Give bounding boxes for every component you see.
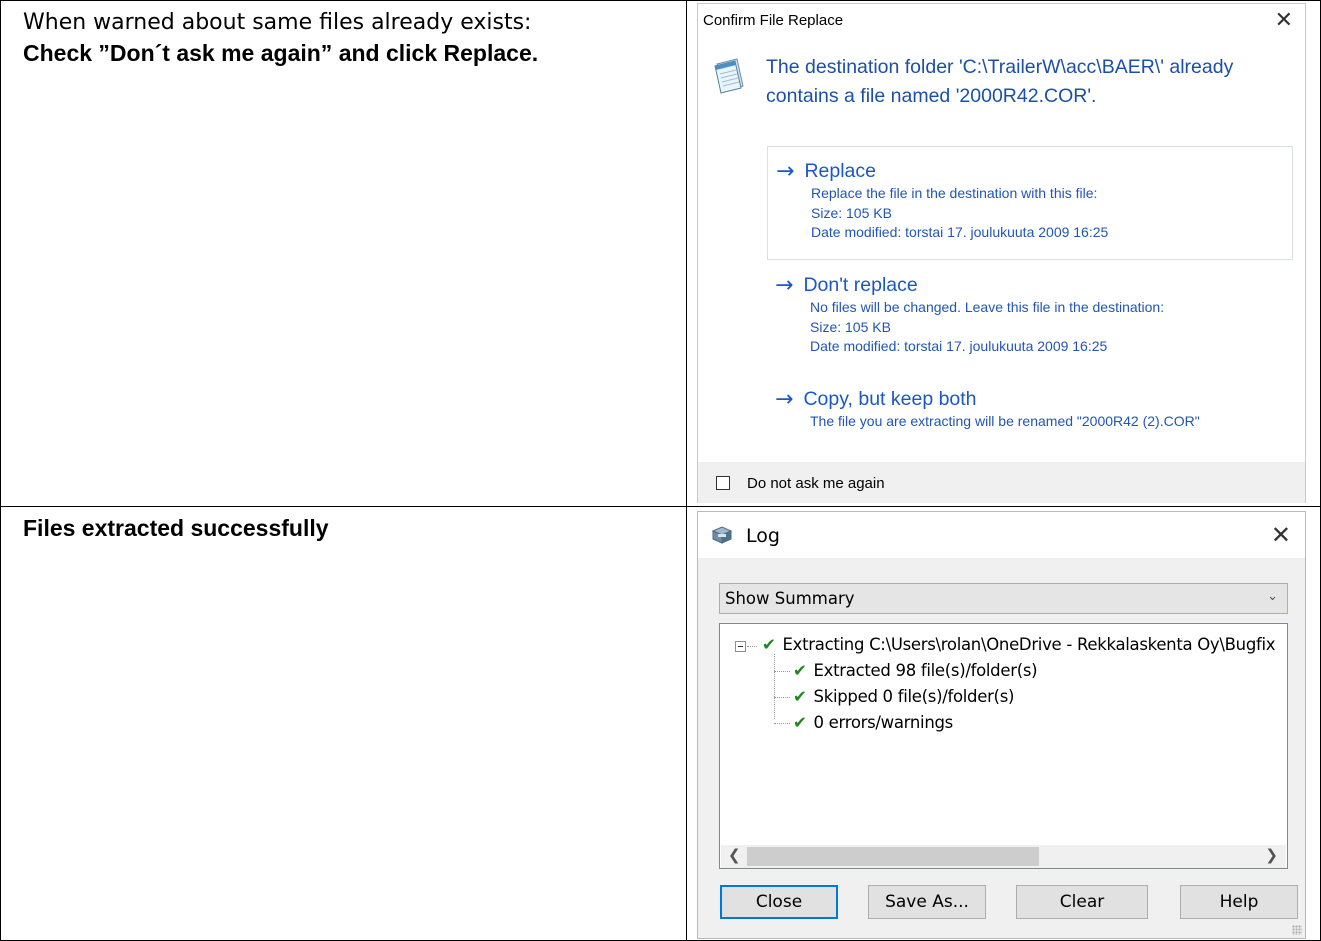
replace-option-desc: Replace the file in the destination with… [811,185,1098,201]
help-button[interactable]: Help [1180,885,1298,919]
replace-option-date: Date modified: torstai 17. joulukuuta 20… [811,224,1109,240]
arrow-right-icon: → [776,159,795,184]
clear-button[interactable]: Clear [1016,885,1148,919]
close-icon[interactable]: ✕ [1271,521,1291,549]
replace-option-title: Replace [804,160,876,182]
keep-both-option-desc: The file you are extracting will be rena… [810,413,1200,429]
check-icon: ✔ [793,687,807,706]
horizontal-scrollbar[interactable]: ❮ ❯ [721,845,1286,868]
summary-dropdown[interactable]: Show Summary ⌄ [719,583,1288,614]
dont-replace-option[interactable]: → Don't replace No files will be changed… [767,261,1293,373]
log-tree[interactable]: ✔ Extracting C:\Users\rolan\OneDrive - Re… [719,623,1288,869]
check-icon: ✔ [762,635,776,654]
dont-replace-option-date: Date modified: torstai 17. joulukuuta 20… [810,338,1108,354]
dialog-footer: Do not ask me again [698,462,1305,503]
scroll-right-icon[interactable]: ❯ [1265,846,1278,864]
result-cell: Files extracted successfully [0,506,687,941]
tree-item-label: 0 errors/warnings [813,713,954,732]
dialog-title: Confirm File Replace [703,12,844,29]
tree-root[interactable]: ✔ Extracting C:\Users\rolan\OneDrive - Re… [762,635,1276,654]
arrow-right-icon: → [775,273,794,298]
collapse-icon[interactable] [735,641,746,652]
tree-root-label: Extracting C:\Users\rolan\OneDrive - Rek… [782,635,1276,654]
tree-item[interactable]: ✔ Skipped 0 file(s)/folder(s) [793,687,1014,706]
close-button[interactable]: Close [720,885,838,919]
log-dialog: Log ✕ Show Summary ⌄ ✔ Extracting C:\User… [697,511,1306,939]
confirm-file-replace-dialog: Confirm File Replace ✕ The destination f… [697,3,1306,503]
dont-replace-option-size: Size: 105 KB [810,318,891,335]
instruction-cell: When warned about same files already exi… [0,0,687,507]
arrow-right-icon: → [775,387,794,412]
tree-item-label: Extracted 98 file(s)/folder(s) [813,661,1038,680]
check-icon: ✔ [793,713,807,732]
tree-item[interactable]: ✔ 0 errors/warnings [793,713,953,732]
dont-replace-option-desc: No files will be changed. Leave this fil… [810,299,1165,315]
log-title-bar: Log ✕ [698,512,1305,558]
replace-option[interactable]: → Replace Replace the file in the destin… [767,146,1293,260]
log-title: Log [746,525,780,547]
dont-replace-option-title: Don't replace [803,274,918,296]
instruction-line-2: Check ”Don´t ask me again” and click Rep… [23,40,539,66]
check-icon: ✔ [793,661,807,680]
keep-both-option[interactable]: → Copy, but keep both The file you are e… [767,375,1293,445]
scrollbar-thumb[interactable] [747,847,1039,866]
chevron-down-icon: ⌄ [1267,589,1278,604]
do-not-ask-checkbox[interactable] [716,476,730,490]
summary-dropdown-value: Show Summary [725,589,855,608]
save-as-button[interactable]: Save As... [868,885,986,919]
do-not-ask-label[interactable]: Do not ask me again [747,475,885,492]
replace-option-size: Size: 105 KB [811,204,892,221]
tree-item[interactable]: ✔ Extracted 98 file(s)/folder(s) [793,661,1038,680]
tree-item-label: Skipped 0 file(s)/folder(s) [813,687,1015,706]
instruction-line-1: When warned about same files already exi… [23,10,532,35]
log-app-icon [711,526,733,544]
scroll-left-icon[interactable]: ❮ [728,846,741,864]
notepad-icon [714,58,744,94]
keep-both-option-title: Copy, but keep both [803,388,977,410]
dialog-message: The destination folder 'C:\TrailerW\acc\… [766,56,1234,107]
resize-grip-icon[interactable] [1292,925,1302,935]
result-text: Files extracted successfully [23,515,329,541]
close-icon[interactable]: ✕ [1275,8,1293,33]
